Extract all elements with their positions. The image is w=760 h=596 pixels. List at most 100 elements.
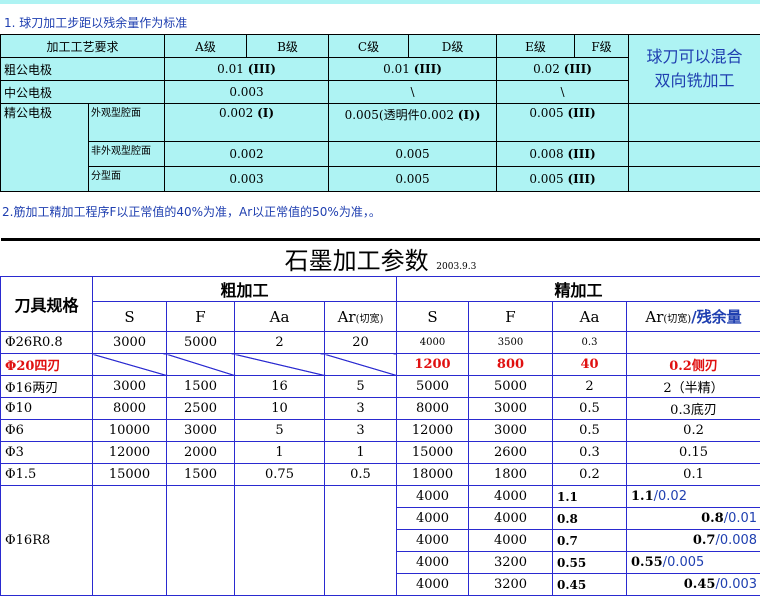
header-b: B级 bbox=[247, 35, 329, 58]
cell-faa: 0.55 bbox=[553, 552, 627, 574]
col-fine-f: F bbox=[469, 302, 553, 332]
fine-sub-2: 非外观型腔面 bbox=[89, 142, 165, 167]
cell-far: 0.1 bbox=[627, 464, 760, 486]
cell-faa: 0.3 bbox=[553, 332, 627, 354]
cell-fs: 5000 bbox=[397, 376, 469, 398]
cell-faa: 0.5 bbox=[553, 420, 627, 442]
header-d: D级 bbox=[409, 35, 497, 58]
graphite-params-table: 石墨加工参数 2003.9.3 刀具规格 粗加工 精加工 S F Aa Ar(切… bbox=[0, 238, 760, 596]
cell-f: 1500 bbox=[167, 376, 235, 398]
col-s: S bbox=[93, 302, 167, 332]
table-row: 加工工艺要求 A级 B级 C级 D级 E级 F级 球刀可以混合 双向铣加工 bbox=[1, 35, 760, 58]
table-row: S F Aa Ar(切宽) S F Aa Ar(切宽)/残余量 bbox=[1, 302, 760, 332]
note-2: 2.筋加工精加工程序F以正常值的40%为准，Ar以正常值的50%为准，。 bbox=[2, 203, 381, 220]
cell-faa: 0.3 bbox=[553, 442, 627, 464]
table-row: Φ16R8400040001.11.1/0.02 bbox=[1, 486, 760, 508]
cell-ff: 4000 bbox=[469, 508, 553, 530]
cell-far: 0.15 bbox=[627, 442, 760, 464]
fine-sub3-ef: 0.005 (III) bbox=[497, 167, 629, 192]
cell-ff: 5000 bbox=[469, 376, 553, 398]
table-row: Φ16两刃300015001655000500022（半精） bbox=[1, 376, 760, 398]
cell-faa: 40 bbox=[553, 354, 627, 376]
residual-value: 0.003 bbox=[720, 577, 757, 592]
cell-spec: Φ26R0.8 bbox=[1, 332, 93, 354]
cell-spec: Φ16两刃 bbox=[1, 376, 93, 398]
row-label-mid: 中公电极 bbox=[1, 81, 165, 104]
residual-value: 0.008 bbox=[720, 533, 757, 548]
cell-ar: 1 bbox=[325, 442, 397, 464]
residual-value: 0.01 bbox=[728, 511, 757, 526]
cell-ff: 800 bbox=[469, 354, 553, 376]
cell-s: 10000 bbox=[93, 420, 167, 442]
fine-sub2-cd: 0.005 bbox=[329, 142, 497, 167]
cell-far: 0.55/0.005 bbox=[627, 552, 760, 574]
cell-f: 2500 bbox=[167, 398, 235, 420]
rough-cd: 0.01 (III) bbox=[329, 58, 497, 81]
cell-spec: Φ3 bbox=[1, 442, 93, 464]
cell-ff: 4000 bbox=[469, 486, 553, 508]
cell-s: 3000 bbox=[93, 332, 167, 354]
cell-ff: 3000 bbox=[469, 420, 553, 442]
header-a: A级 bbox=[165, 35, 247, 58]
row-label-rough: 粗公电极 bbox=[1, 58, 165, 81]
cell-f: 2000 bbox=[167, 442, 235, 464]
cell-spec: Φ20四刃 bbox=[1, 354, 93, 376]
mid-ab: 0.003 bbox=[165, 81, 329, 104]
empty-cell bbox=[629, 167, 760, 192]
table-row: Φ3120002000111500026000.30.15 bbox=[1, 442, 760, 464]
title-date: 2003.9.3 bbox=[436, 262, 476, 272]
header-f: F级 bbox=[575, 35, 629, 58]
cell-f: 1500 bbox=[167, 464, 235, 486]
cell-faa: 0.2 bbox=[553, 464, 627, 486]
cell-ff: 3500 bbox=[469, 332, 553, 354]
electrode-requirements-table: 加工工艺要求 A级 B级 C级 D级 E级 F级 球刀可以混合 双向铣加工 粗公… bbox=[0, 34, 760, 192]
cell-fs: 4000 bbox=[397, 486, 469, 508]
col-ar: Ar(切宽) bbox=[325, 302, 397, 332]
table-row: Φ20四刃1200800400.2侧刃 bbox=[1, 354, 760, 376]
col-fine-ar: Ar(切宽)/残余量 bbox=[627, 302, 760, 332]
empty-cell bbox=[93, 486, 167, 596]
table-row: Φ1080002500103800030000.50.3底刃 bbox=[1, 398, 760, 420]
cell-aa: 2 bbox=[235, 332, 325, 354]
fine-sub2-ef: 0.008 (III) bbox=[497, 142, 629, 167]
header-rough: 粗加工 bbox=[93, 277, 397, 302]
cell-far: 0.2侧刃 bbox=[627, 354, 760, 376]
cell-ff: 3000 bbox=[469, 398, 553, 420]
col-fine-s: S bbox=[397, 302, 469, 332]
cell-faa: 2 bbox=[553, 376, 627, 398]
side-note-line-1: 球刀可以混合 bbox=[629, 45, 760, 69]
cell-s: 8000 bbox=[93, 398, 167, 420]
cell-far: 0.2 bbox=[627, 420, 760, 442]
cell-aa: 10 bbox=[235, 398, 325, 420]
table-title: 石墨加工参数 2003.9.3 bbox=[1, 240, 760, 277]
cell-ff: 3200 bbox=[469, 574, 553, 596]
ar-value: 0.7 bbox=[693, 533, 716, 548]
cell-fs: 12000 bbox=[397, 420, 469, 442]
residual-value: 0.005 bbox=[667, 555, 704, 570]
cell-s: 15000 bbox=[93, 464, 167, 486]
cell-spec: Φ1.5 bbox=[1, 464, 93, 486]
rough-ab: 0.01 (III) bbox=[165, 58, 329, 81]
cell-spec: Φ6 bbox=[1, 420, 93, 442]
cell-fs: 8000 bbox=[397, 398, 469, 420]
cell-f bbox=[167, 354, 235, 376]
title-row: 石墨加工参数 2003.9.3 bbox=[1, 240, 760, 277]
cell-faa: 1.1 bbox=[553, 486, 627, 508]
cell-ar: 3 bbox=[325, 398, 397, 420]
cell-fs: 15000 bbox=[397, 442, 469, 464]
cell-aa: 5 bbox=[235, 420, 325, 442]
cell-ar: 0.5 bbox=[325, 464, 397, 486]
mid-ef: \ bbox=[497, 81, 629, 104]
side-note: 球刀可以混合 双向铣加工 bbox=[629, 35, 760, 104]
ar-value: 0.45 bbox=[684, 577, 716, 592]
residual-value: 0.02 bbox=[658, 489, 687, 504]
cell-ff: 4000 bbox=[469, 530, 553, 552]
cell-faa: 0.7 bbox=[553, 530, 627, 552]
cell-far: 0.3底刃 bbox=[627, 398, 760, 420]
empty-cell bbox=[325, 486, 397, 596]
ar-value: 0.55 bbox=[631, 555, 663, 570]
cell-s bbox=[93, 354, 167, 376]
row-label-fine: 精公电极 bbox=[1, 104, 89, 192]
header-e: E级 bbox=[497, 35, 575, 58]
fine-sub2-ab: 0.002 bbox=[165, 142, 329, 167]
